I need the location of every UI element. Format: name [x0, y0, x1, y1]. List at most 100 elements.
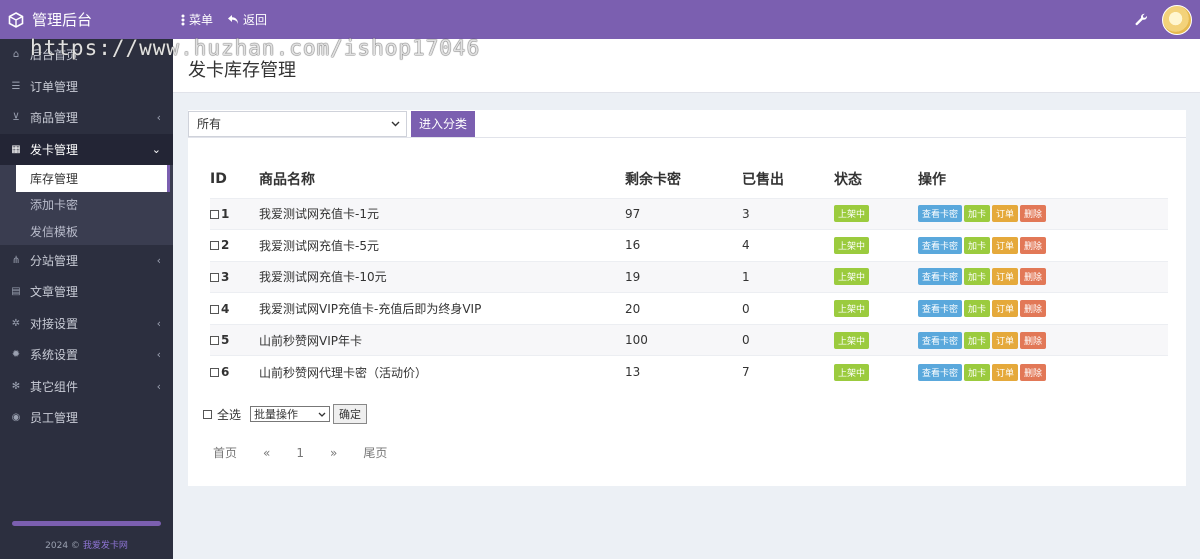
pager-prev[interactable]: « [263, 446, 270, 460]
delete-button[interactable]: 删除 [1020, 363, 1047, 381]
cube-icon [8, 11, 24, 28]
submenu-item-add-card[interactable]: 添加卡密 [0, 192, 173, 219]
cell-sold: 0 [742, 292, 834, 325]
cell-status: 上架中 [834, 355, 918, 388]
cell-status: 上架中 [834, 197, 918, 230]
orders-button[interactable]: 订单 [992, 363, 1019, 381]
sidebar-item-system[interactable]: ✹ 系统设置 ‹ [0, 339, 173, 371]
add-card-button[interactable]: 加卡 [964, 268, 991, 286]
pager-last[interactable]: 尾页 [363, 444, 387, 461]
view-cards-button[interactable]: 查看卡密 [918, 363, 963, 381]
submenu-item-mail-template[interactable]: 发信模板 [0, 218, 173, 245]
orders-button[interactable]: 订单 [992, 236, 1019, 254]
grid-icon: ▦ [11, 143, 21, 155]
sidebar-item-label: 其它组件 [30, 379, 79, 394]
menu-toggle-button[interactable]: 菜单 [181, 11, 213, 28]
user-circle-icon: ◉ [11, 412, 21, 424]
page-title: 发卡库存管理 [188, 60, 296, 81]
add-card-button[interactable]: 加卡 [964, 363, 991, 381]
confirm-button[interactable]: 确定 [333, 404, 368, 424]
chevron-down-icon [391, 121, 400, 126]
sidebar-item-label: 订单管理 [30, 79, 79, 94]
row-checkbox[interactable] [210, 209, 219, 219]
row-id: 4 [221, 301, 230, 316]
top-header: 管理后台 菜单 返回 [0, 0, 1200, 39]
sidebar-item-staff[interactable]: ◉ 员工管理 [0, 402, 173, 434]
row-checkbox[interactable] [210, 368, 219, 378]
status-badge[interactable]: 上架中 [834, 268, 870, 286]
sidebar-item-products[interactable]: ⊻ 商品管理 ‹ [0, 102, 173, 134]
sidebar-item-integration[interactable]: ✲ 对接设置 ‹ [0, 308, 173, 340]
cell-remaining: 16 [625, 229, 742, 262]
row-checkbox[interactable] [210, 241, 219, 251]
orders-button[interactable]: 订单 [992, 205, 1019, 223]
add-card-button[interactable]: 加卡 [964, 236, 991, 254]
cell-remaining: 97 [625, 197, 742, 230]
cell-remaining: 13 [625, 355, 742, 388]
status-badge[interactable]: 上架中 [834, 205, 870, 223]
row-checkbox[interactable] [210, 272, 219, 282]
delete-button[interactable]: 删除 [1020, 236, 1047, 254]
sidebar-item-label: 后台首页 [30, 48, 79, 63]
sidebar-item-label: 文章管理 [30, 285, 79, 300]
pager-first[interactable]: 首页 [213, 444, 237, 461]
add-card-button[interactable]: 加卡 [964, 300, 991, 318]
footer-link[interactable]: 我爱发卡网 [83, 541, 128, 551]
row-id: 5 [221, 333, 230, 348]
cell-status: 上架中 [834, 229, 918, 262]
delete-button[interactable]: 删除 [1020, 205, 1047, 223]
row-checkbox[interactable] [210, 336, 219, 346]
status-badge[interactable]: 上架中 [834, 300, 870, 318]
pager-next[interactable]: » [330, 446, 337, 460]
sidebar-item-components[interactable]: ✻ 其它组件 ‹ [0, 371, 173, 403]
add-card-button[interactable]: 加卡 [964, 205, 991, 223]
sidebar-item-articles[interactable]: ▤ 文章管理 [0, 276, 173, 308]
avatar[interactable] [1162, 4, 1192, 35]
wrench-icon[interactable] [1135, 13, 1148, 26]
status-badge[interactable]: 上架中 [834, 363, 870, 381]
delete-button[interactable]: 删除 [1020, 331, 1047, 349]
pager-current[interactable]: 1 [296, 446, 304, 460]
sidebar-item-home[interactable]: ⌂ 后台首页 [0, 39, 173, 71]
sidebar-item-label: 对接设置 [30, 316, 79, 331]
status-badge[interactable]: 上架中 [834, 236, 870, 254]
back-button[interactable]: 返回 [227, 11, 267, 28]
view-cards-button[interactable]: 查看卡密 [918, 236, 963, 254]
view-cards-button[interactable]: 查看卡密 [918, 205, 963, 223]
brand[interactable]: 管理后台 [0, 0, 173, 39]
view-cards-button[interactable]: 查看卡密 [918, 268, 963, 286]
enter-category-button[interactable]: 进入分类 [411, 110, 475, 137]
batch-action-select[interactable]: 批量操作 [250, 406, 331, 422]
row-id: 3 [221, 269, 230, 284]
cell-sold: 0 [742, 323, 834, 356]
view-cards-button[interactable]: 查看卡密 [918, 300, 963, 318]
cell-name: 我爱测试网充值卡-5元 [259, 229, 625, 262]
cogs-icon: ✲ [11, 317, 21, 329]
submenu-item-stock[interactable]: 库存管理 [16, 165, 170, 192]
sidebar-item-cards[interactable]: ▦ 发卡管理 ⌄ [0, 133, 173, 165]
select-all-checkbox[interactable] [203, 409, 212, 419]
orders-button[interactable]: 订单 [992, 300, 1019, 318]
cell-id: 2 [210, 229, 259, 262]
orders-button[interactable]: 订单 [992, 331, 1019, 349]
sidebar-item-label: 系统设置 [30, 348, 79, 363]
batch-action-selected: 批量操作 [254, 408, 299, 421]
cell-actions: 查看卡密 加卡 订单 删除 [918, 292, 1168, 325]
orders-button[interactable]: 订单 [992, 268, 1019, 286]
delete-button[interactable]: 删除 [1020, 300, 1047, 318]
sidebar-item-branches[interactable]: ⋔ 分站管理 ‹ [0, 245, 173, 277]
delete-button[interactable]: 删除 [1020, 268, 1047, 286]
add-card-button[interactable]: 加卡 [964, 331, 991, 349]
sidebar-item-label: 分站管理 [30, 253, 79, 268]
home-icon: ⌂ [12, 49, 20, 61]
chevron-down-icon [318, 412, 326, 417]
row-id: 2 [221, 238, 230, 253]
chevron-left-icon: ‹ [156, 316, 161, 330]
sidebar-item-orders[interactable]: ☰ 订单管理 [0, 71, 173, 103]
category-select[interactable]: 所有 [188, 110, 407, 137]
row-checkbox[interactable] [210, 304, 219, 314]
status-badge[interactable]: 上架中 [834, 331, 870, 349]
sidebar-scroll-bar[interactable] [12, 521, 161, 526]
view-cards-button[interactable]: 查看卡密 [918, 331, 963, 349]
sidebar-item-label: 发卡管理 [30, 142, 79, 157]
